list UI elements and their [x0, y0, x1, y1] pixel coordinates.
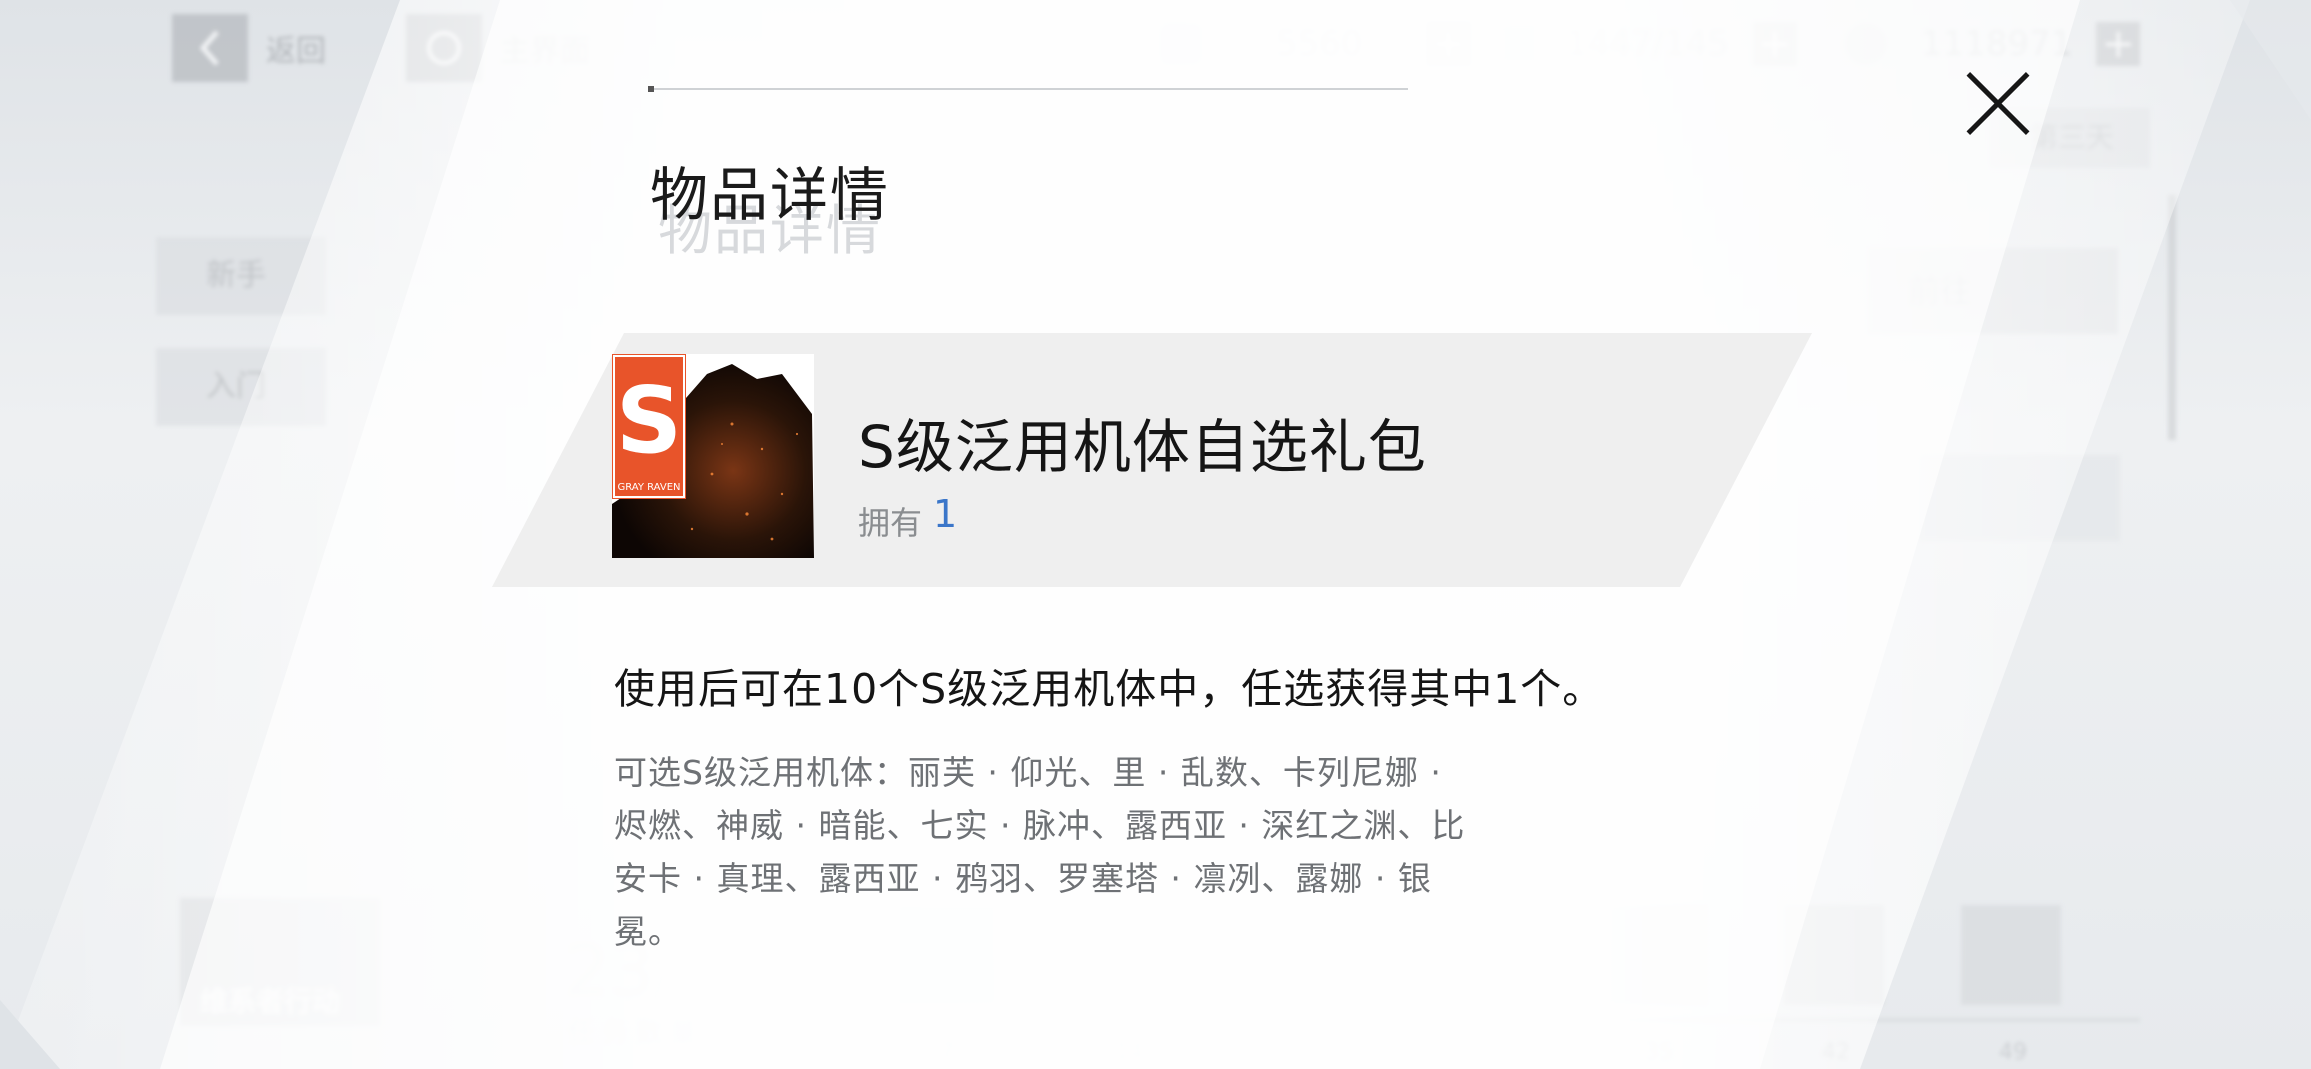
milestone-label: 7 — [940, 1040, 954, 1065]
blackcard-plus-button[interactable]: + — [1752, 22, 1797, 66]
detail-line: 可选S级泛用机体：丽芙 · 仰光、里 · 乱数、卡列尼娜 · — [614, 753, 1442, 792]
item-description: 使用后可在10个S级泛用机体中，任选获得其中1个。 — [614, 665, 1605, 713]
scrollbar[interactable] — [2168, 195, 2176, 440]
task-row-placeholder — [1920, 455, 2120, 541]
detail-line: 冕。 — [614, 912, 682, 951]
detail-line: 烬燃、神威 · 暗能、七实 · 脉冲、露西亚 · 深红之渊、比 — [614, 806, 1466, 845]
back-button[interactable]: 返回 — [172, 14, 326, 82]
modal-top-rule — [648, 88, 1408, 90]
item-icon: S GRAY RAVEN — [612, 354, 814, 558]
stamina-value: 5560 — [1276, 24, 1363, 64]
back-arrow-icon — [172, 14, 248, 82]
home-label: 主界面 — [500, 34, 590, 69]
resource-blackcard: 1447/145 + — [1500, 22, 1797, 66]
item-detail-text: 可选S级泛用机体：丽芙 · 仰光、里 · 乱数、卡列尼娜 · 烬燃、神威 · 暗… — [614, 746, 1514, 958]
milestone-label: 49 — [1999, 1040, 2027, 1065]
coin-value: 1118971 — [1921, 24, 2073, 64]
stamina-icon — [1160, 23, 1202, 65]
item-name: S级泛用机体自选礼包 — [858, 413, 1427, 481]
reward-slot[interactable] — [1784, 905, 1884, 1005]
coin-plus-button[interactable]: + — [2096, 22, 2141, 66]
item-portrait-icon: S GRAY RAVEN — [612, 354, 814, 558]
milestone-label: 35 — [1645, 1040, 1673, 1065]
tab-beginner[interactable]: 入门 — [156, 348, 326, 426]
modal-top-rule-dot — [648, 86, 654, 92]
blackcard-value: 1447/145 — [1566, 24, 1729, 64]
task-count-label: 任务数量 — [568, 1018, 705, 1048]
back-label: 返回 — [266, 34, 326, 69]
stamina-plus-button[interactable]: + — [1426, 22, 1471, 66]
reward-slot[interactable] — [1961, 905, 2061, 1005]
owned-label: 拥有 — [858, 504, 923, 542]
milestone-label: 21 — [1292, 1040, 1320, 1065]
detail-line: 安卡 · 真理、露西亚 · 鸦羽、罗塞塔 · 凛冽、露娜 · 银 — [614, 859, 1432, 898]
owned-count: 1 — [933, 492, 958, 536]
milestone-label: 28 — [1468, 1040, 1496, 1065]
brand-tag: GRAY RAVEN — [617, 482, 680, 493]
resource-stamina: 5560 + — [1160, 22, 1471, 66]
home-button[interactable]: 主界面 — [406, 14, 590, 82]
close-icon[interactable] — [1962, 68, 2034, 140]
milestone-track — [770, 1018, 2140, 1022]
emblem-label: 维系者行动 — [200, 985, 341, 1018]
blackcard-icon — [1500, 23, 1542, 65]
task-total: /49 — [654, 965, 706, 1003]
milestone-label: 42 — [1822, 1040, 1850, 1065]
go-button[interactable]: 前往 — [1868, 248, 2118, 334]
milestone-label: 14 — [1115, 1040, 1143, 1065]
coin-icon — [1845, 23, 1887, 65]
emblem-badge: 维系者行动 — [180, 898, 380, 1026]
rank-letter: S — [616, 367, 682, 474]
home-circle-icon — [406, 14, 482, 82]
reward-slot[interactable] — [1607, 905, 1707, 1005]
modal-title: 物品详情 — [650, 161, 891, 229]
resource-coin: 1118971 + — [1845, 22, 2141, 66]
tab-novice[interactable]: 新手 — [156, 237, 326, 315]
